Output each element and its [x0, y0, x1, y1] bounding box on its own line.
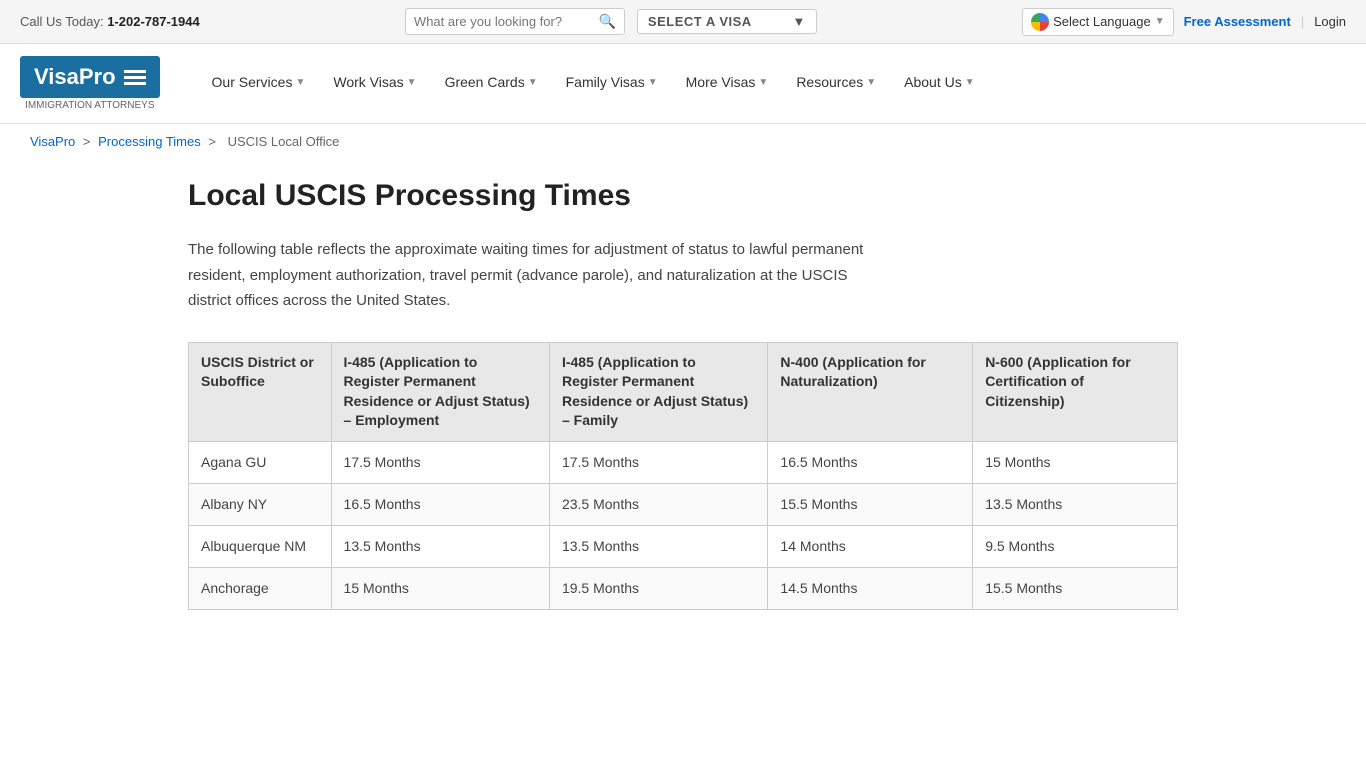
top-bar-center: 🔍 SELECT A VISA ▼: [405, 8, 817, 35]
search-input[interactable]: [414, 14, 599, 29]
cell-district: Albuquerque NM: [189, 525, 332, 567]
nav-label-green-cards: Green Cards: [445, 74, 525, 90]
translate-label: Select Language: [1053, 14, 1151, 29]
breadcrumb-processing-times[interactable]: Processing Times: [98, 134, 201, 149]
cell-col-3: 15.5 Months: [768, 483, 973, 525]
nav-item-more-visas[interactable]: More Visas ▼: [674, 44, 781, 124]
logo-box: VisaPro: [20, 56, 160, 98]
header-i485-family: I-485 (Application to Register Permanent…: [549, 342, 767, 441]
nav-bar: VisaPro IMMIGRATION ATTORNEYS Our Servic…: [0, 44, 1366, 124]
header-n600: N-600 (Application for Certification of …: [973, 342, 1178, 441]
cell-district: Anchorage: [189, 567, 332, 609]
cell-col-3: 14.5 Months: [768, 567, 973, 609]
breadcrumb-visapro[interactable]: VisaPro: [30, 134, 75, 149]
nav-label-our-services: Our Services: [212, 74, 293, 90]
cell-col-3: 16.5 Months: [768, 441, 973, 483]
cell-col-3: 14 Months: [768, 525, 973, 567]
table-body: Agana GU17.5 Months17.5 Months16.5 Month…: [189, 441, 1178, 609]
cell-col-4: 15 Months: [973, 441, 1178, 483]
cell-col-2: 19.5 Months: [549, 567, 767, 609]
cell-col-2: 23.5 Months: [549, 483, 767, 525]
cell-district: Agana GU: [189, 441, 332, 483]
cell-district: Albany NY: [189, 483, 332, 525]
chevron-down-icon: ▼: [866, 77, 876, 88]
page-description: The following table reflects the approxi…: [188, 237, 888, 314]
cell-col-1: 17.5 Months: [331, 441, 549, 483]
top-bar: Call Us Today: 1-202-787-1944 🔍 SELECT A…: [0, 0, 1366, 44]
chevron-down-icon: ▼: [528, 77, 538, 88]
table-header-row: USCIS District or Suboffice I-485 (Appli…: [189, 342, 1178, 441]
breadcrumb-separator-2: >: [208, 134, 219, 149]
header-district: USCIS District or Suboffice: [189, 342, 332, 441]
google-translate-button[interactable]: Select Language ▼: [1022, 8, 1174, 36]
nav-item-about-us[interactable]: About Us ▼: [892, 44, 987, 124]
search-icon[interactable]: 🔍: [598, 13, 615, 30]
cell-col-4: 15.5 Months: [973, 567, 1178, 609]
cell-col-1: 15 Months: [331, 567, 549, 609]
nav-item-family-visas[interactable]: Family Visas ▼: [554, 44, 670, 124]
chevron-down-icon: ▼: [793, 14, 806, 29]
nav-label-family-visas: Family Visas: [566, 74, 645, 90]
page-title: Local USCIS Processing Times: [188, 179, 1178, 213]
phone-info: Call Us Today: 1-202-787-1944: [20, 14, 200, 29]
cell-col-1: 13.5 Months: [331, 525, 549, 567]
chevron-down-icon: ▼: [648, 77, 658, 88]
processing-times-table: USCIS District or Suboffice I-485 (Appli…: [188, 342, 1178, 610]
free-assessment-link[interactable]: Free Assessment: [1184, 14, 1291, 29]
nav-label-about-us: About Us: [904, 74, 962, 90]
table-row: Anchorage15 Months19.5 Months14.5 Months…: [189, 567, 1178, 609]
nav-item-our-services[interactable]: Our Services ▼: [200, 44, 318, 124]
breadcrumb: VisaPro > Processing Times > USCIS Local…: [0, 124, 1366, 159]
search-box[interactable]: 🔍: [405, 8, 625, 35]
logo-stripes: [124, 70, 146, 85]
cell-col-4: 13.5 Months: [973, 483, 1178, 525]
separator: |: [1301, 14, 1304, 29]
chevron-down-icon: ▼: [407, 77, 417, 88]
nav-label-resources: Resources: [796, 74, 863, 90]
nav-links: Our Services ▼ Work Visas ▼ Green Cards …: [200, 44, 1346, 124]
table-row: Albuquerque NM13.5 Months13.5 Months14 M…: [189, 525, 1178, 567]
logo[interactable]: VisaPro IMMIGRATION ATTORNEYS: [20, 56, 160, 111]
chevron-down-icon: ▼: [758, 77, 768, 88]
call-label: Call Us Today:: [20, 14, 104, 29]
google-g-icon: [1031, 13, 1049, 31]
phone-number: 1-202-787-1944: [107, 14, 200, 29]
logo-subtitle: IMMIGRATION ATTORNEYS: [20, 100, 160, 111]
logo-text: VisaPro: [34, 64, 116, 90]
table-row: Agana GU17.5 Months17.5 Months16.5 Month…: [189, 441, 1178, 483]
nav-label-more-visas: More Visas: [686, 74, 756, 90]
visa-select-dropdown[interactable]: SELECT A VISA ▼: [637, 9, 817, 34]
translate-chevron-icon: ▼: [1155, 16, 1165, 27]
header-n400: N-400 (Application for Naturalization): [768, 342, 973, 441]
table-row: Albany NY16.5 Months23.5 Months15.5 Mont…: [189, 483, 1178, 525]
cell-col-4: 9.5 Months: [973, 525, 1178, 567]
nav-item-green-cards[interactable]: Green Cards ▼: [433, 44, 550, 124]
nav-label-work-visas: Work Visas: [333, 74, 403, 90]
nav-item-resources[interactable]: Resources ▼: [784, 44, 888, 124]
cell-col-2: 13.5 Months: [549, 525, 767, 567]
chevron-down-icon: ▼: [965, 77, 975, 88]
breadcrumb-separator-1: >: [83, 134, 94, 149]
top-bar-right: Select Language ▼ Free Assessment | Logi…: [1022, 8, 1346, 36]
cell-col-2: 17.5 Months: [549, 441, 767, 483]
main-content: Local USCIS Processing Times The followi…: [158, 159, 1208, 650]
table-header: USCIS District or Suboffice I-485 (Appli…: [189, 342, 1178, 441]
visa-select-label: SELECT A VISA: [648, 14, 752, 29]
nav-item-work-visas[interactable]: Work Visas ▼: [321, 44, 428, 124]
login-link[interactable]: Login: [1314, 14, 1346, 29]
chevron-down-icon: ▼: [295, 77, 305, 88]
breadcrumb-current: USCIS Local Office: [228, 134, 340, 149]
header-i485-employment: I-485 (Application to Register Permanent…: [331, 342, 549, 441]
cell-col-1: 16.5 Months: [331, 483, 549, 525]
